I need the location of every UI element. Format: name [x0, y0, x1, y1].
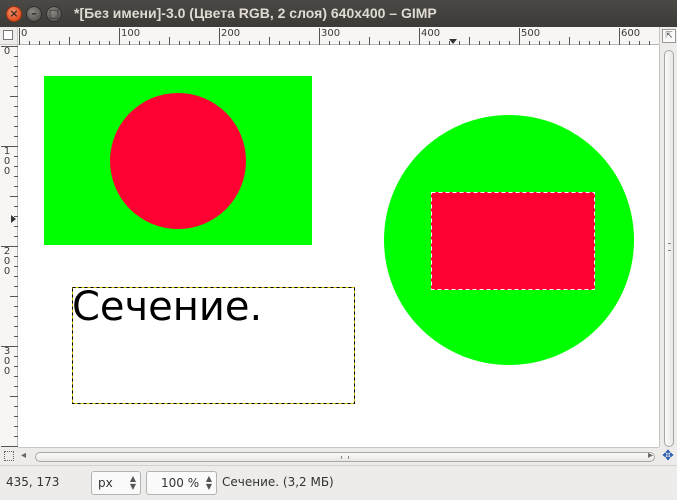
minimize-icon: – — [31, 7, 37, 20]
vertical-scroll-thumb[interactable] — [664, 50, 674, 447]
hruler-label: 300 — [321, 28, 341, 39]
red-rectangle — [431, 192, 595, 290]
vruler-label: 0 — [3, 256, 11, 267]
window-title: *[Без имени]-3.0 (Цвета RGB, 2 слоя) 640… — [74, 5, 437, 21]
vertical-ruler[interactable]: 0 1 0 0 2 0 0 3 0 0 — [0, 45, 18, 447]
vruler-label: 0 — [3, 156, 11, 167]
scroll-grip-icon — [668, 243, 670, 251]
vertical-scrollbar[interactable]: ⇱ — [659, 27, 677, 447]
quick-mask-icon — [4, 451, 14, 461]
red-circle — [110, 93, 246, 229]
navigate-button[interactable]: ✥ — [659, 447, 677, 465]
shrink-wrap-icon: ⇱ — [665, 31, 673, 41]
chevron-updown-icon: ▲ ▼ — [129, 474, 136, 491]
image-canvas[interactable]: Сечение. — [18, 45, 659, 447]
chevron-updown-icon: ▲ ▼ — [205, 474, 212, 491]
vruler-label: 2 — [3, 246, 11, 257]
hruler-label: 500 — [521, 28, 541, 39]
zoom-value: 100 % — [161, 476, 200, 490]
fit-window-button[interactable]: ⇱ — [662, 29, 676, 43]
vruler-label: 0 — [3, 166, 11, 177]
unit-value: px — [98, 476, 113, 490]
horizontal-scroll-thumb[interactable] — [35, 452, 655, 462]
zoom-selector[interactable]: 100 % ▲ ▼ — [146, 471, 217, 495]
quick-mask-toggle[interactable] — [0, 447, 18, 465]
hruler-label: 0 — [21, 28, 28, 39]
maximize-icon: □ — [48, 7, 60, 20]
unit-selector[interactable]: px ▲ ▼ — [91, 471, 141, 495]
status-message: Сечение. (3,2 МБ) — [222, 475, 334, 489]
gimp-image-window: × – □ *[Без имени]-3.0 (Цвета RGB, 2 сло… — [0, 0, 677, 500]
scroll-right-icon[interactable]: ▸ — [648, 450, 653, 461]
title-bar: × – □ *[Без имени]-3.0 (Цвета RGB, 2 сло… — [0, 0, 677, 27]
vruler-label: 0 — [3, 46, 11, 57]
scroll-grip-icon — [341, 456, 349, 458]
horizontal-scrollbar[interactable]: ◂ ▸ — [18, 447, 659, 465]
status-bar: 435, 173 px ▲ ▼ 100 % ▲ ▼ Сечение. (3,2 МБ… — [0, 465, 677, 500]
text-layer[interactable]: Сечение. — [72, 284, 262, 330]
close-button[interactable]: × — [6, 6, 22, 22]
close-icon: × — [9, 7, 19, 20]
maximize-button[interactable]: □ — [46, 6, 62, 22]
pointer-coordinates: 435, 173 — [6, 475, 60, 489]
canvas-drawing — [44, 76, 634, 404]
zoom-toggle-icon — [3, 30, 13, 40]
hruler-label: 200 — [221, 28, 241, 39]
hruler-label: 100 — [121, 28, 141, 39]
hruler-label: 600 — [621, 28, 641, 39]
horizontal-ruler[interactable]: 0 100 200 300 400 500 600 — [18, 27, 659, 45]
scroll-left-icon[interactable]: ◂ — [21, 450, 26, 461]
minimize-button[interactable]: – — [26, 6, 42, 22]
vruler-label: 0 — [3, 266, 11, 277]
ruler-corner[interactable] — [0, 27, 18, 45]
vruler-label: 3 — [3, 346, 11, 357]
vruler-label: 1 — [3, 146, 11, 157]
navigate-icon: ✥ — [662, 448, 674, 464]
hruler-label: 400 — [421, 28, 441, 39]
vruler-label: 0 — [3, 366, 11, 377]
pointer-marker — [449, 39, 457, 44]
vruler-label: 0 — [3, 356, 11, 367]
